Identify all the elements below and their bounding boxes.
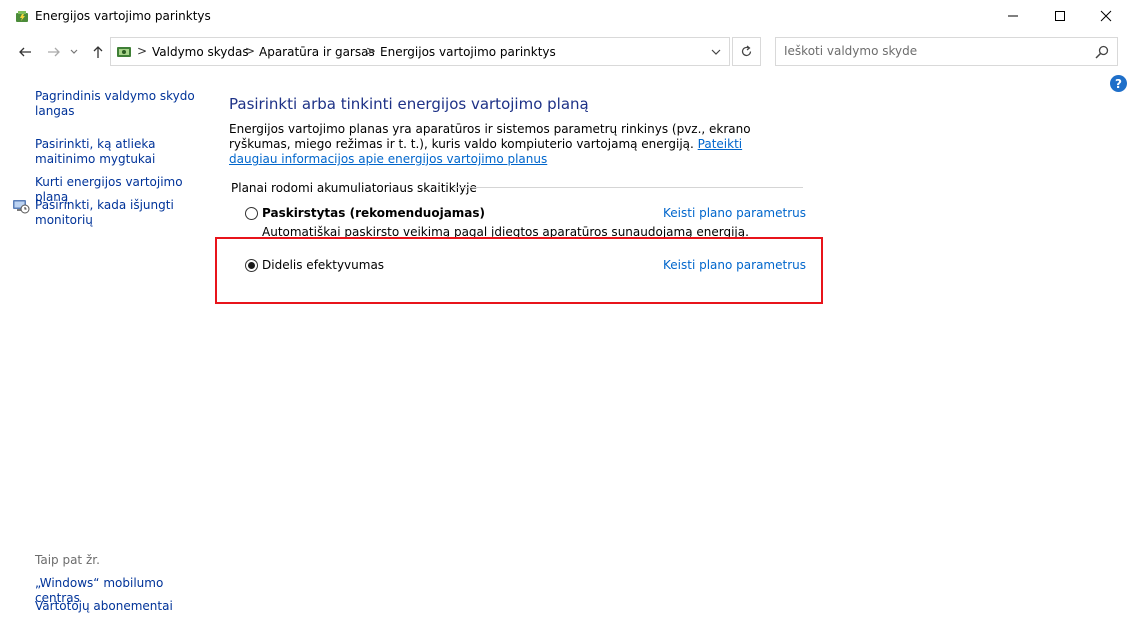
search-input[interactable] <box>784 44 1084 58</box>
close-icon <box>1100 10 1112 22</box>
address-bar[interactable]: > Valdymo skydas > Aparatūra ir garsas >… <box>110 37 730 66</box>
title-bar: Energijos vartojimo parinktys <box>0 0 1130 33</box>
back-button[interactable] <box>14 41 36 63</box>
address-dropdown-button[interactable] <box>707 44 725 60</box>
arrow-right-icon <box>48 47 60 57</box>
arrow-left-icon <box>19 47 31 57</box>
plan-balanced-radio[interactable] <box>245 207 258 220</box>
breadcrumb-separator: > <box>366 44 377 58</box>
maximize-icon <box>1055 11 1065 21</box>
see-also-heading: Taip pat žr. <box>35 553 100 567</box>
plan-balanced-change-settings-link[interactable]: Keisti plano parametrus <box>663 206 806 220</box>
sidebar-link-turn-off-display[interactable]: Pasirinkti, kada išjungti monitorių <box>35 198 210 228</box>
refresh-button[interactable] <box>732 37 761 66</box>
arrow-up-icon <box>93 46 103 58</box>
highlight-annotation-box <box>215 237 823 304</box>
window-title: Energijos vartojimo parinktys <box>35 9 211 23</box>
plans-group-label: Planai rodomi akumuliatoriaus skaitiklyj… <box>231 181 477 195</box>
help-button[interactable]: ? <box>1110 75 1127 92</box>
recent-locations-button[interactable] <box>67 41 81 63</box>
chevron-down-icon <box>711 49 721 55</box>
sidebar-link-control-panel-home[interactable]: Pagrindinis valdymo skydo langas <box>35 89 210 119</box>
breadcrumb-control-panel[interactable]: Valdymo skydas <box>152 45 249 59</box>
power-options-icon <box>16 11 28 22</box>
minimize-icon <box>1008 15 1018 17</box>
page-title: Pasirinkti arba tinkinti energijos varto… <box>229 95 589 113</box>
breadcrumb-hardware-and-sound[interactable]: Aparatūra ir garsas <box>259 45 375 59</box>
breadcrumb-separator: > <box>245 44 256 58</box>
control-panel-icon <box>117 47 131 57</box>
forward-button[interactable] <box>43 41 65 63</box>
chevron-down-icon <box>70 49 78 54</box>
minimize-button[interactable] <box>990 0 1036 32</box>
search-icon <box>1095 45 1109 59</box>
breadcrumb-separator: > <box>137 44 148 58</box>
sidebar: Pagrindinis valdymo skydo langas Pasirin… <box>0 71 215 634</box>
sidebar-link-power-buttons[interactable]: Pasirinkti, ką atlieka maitinimo mygtuka… <box>35 137 210 167</box>
control-panel-window: Energijos vartojimo parinktys > Valdymo … <box>0 0 1130 634</box>
sidebar-link-user-accounts[interactable]: Vartotojų abonementai <box>35 599 210 614</box>
refresh-icon <box>741 45 752 57</box>
maximize-button[interactable] <box>1037 0 1083 32</box>
plan-balanced-name[interactable]: Paskirstytas (rekomenduojamas) <box>262 206 485 220</box>
page-description: Energijos vartojimo planas yra aparatūro… <box>229 122 789 167</box>
monitor-clock-icon <box>13 200 30 214</box>
navigation-bar: > Valdymo skydas > Aparatūra ir garsas >… <box>0 33 1130 71</box>
breadcrumb-power-options[interactable]: Energijos vartojimo parinktys <box>380 45 556 59</box>
description-text: Energijos vartojimo planas yra aparatūro… <box>229 122 751 151</box>
search-box[interactable] <box>775 37 1118 66</box>
close-button[interactable] <box>1083 0 1129 32</box>
group-divider <box>453 187 803 188</box>
up-button[interactable] <box>87 41 109 63</box>
